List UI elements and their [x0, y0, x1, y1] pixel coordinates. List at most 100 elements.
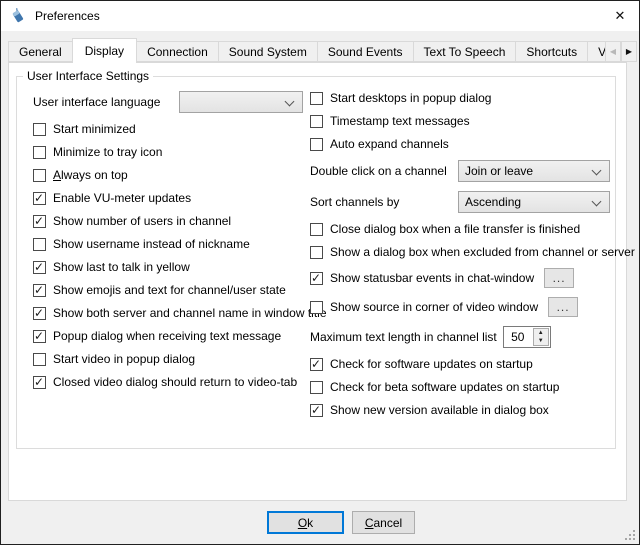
sort-channels-value: Ascending	[465, 195, 521, 209]
checkbox-box[interactable]	[310, 301, 323, 314]
checkbox-box[interactable]	[310, 404, 323, 417]
tab-bar: General Display Connection Sound System …	[8, 38, 632, 63]
spinner-down-icon[interactable]: ▼	[534, 337, 548, 345]
tab-label: Sound System	[229, 45, 307, 59]
ok-button[interactable]: Ok	[267, 511, 344, 534]
checkbox-box[interactable]	[310, 223, 323, 236]
tab-label: Shortcuts	[526, 45, 577, 59]
max-text-length-label: Maximum text length in channel list	[310, 330, 497, 344]
cancel-button[interactable]: Cancel	[352, 511, 415, 534]
tab-scroll-buttons: ◀ ▶	[605, 41, 637, 62]
checkbox-enable-vu-meter[interactable]: Enable VU-meter updates	[33, 191, 310, 205]
tab-general[interactable]: General	[8, 41, 73, 62]
checkbox-last-to-talk[interactable]: Show last to talk in yellow	[33, 260, 310, 274]
checkbox-box[interactable]	[33, 284, 46, 297]
video-source-more-button[interactable]: ...	[548, 297, 578, 317]
checkbox-label: Start video in popup dialog	[53, 352, 195, 366]
checkbox-label: Show username instead of nickname	[53, 237, 250, 251]
tab-label: Display	[85, 44, 124, 58]
title-bar[interactable]: Preferences ✕	[1, 1, 639, 31]
checkbox-box[interactable]	[310, 358, 323, 371]
checkbox-start-minimized[interactable]: Start minimized	[33, 122, 310, 136]
checkbox-server-channel-title[interactable]: Show both server and channel name in win…	[33, 306, 310, 320]
checkbox-label: Minimize to tray icon	[53, 145, 162, 159]
checkbox-label: Show number of users in channel	[53, 214, 231, 228]
tab-sound-system[interactable]: Sound System	[218, 41, 318, 62]
double-click-combobox[interactable]: Join or leave	[458, 160, 610, 182]
checkbox-box[interactable]	[310, 272, 323, 285]
tab-shortcuts[interactable]: Shortcuts	[515, 41, 588, 62]
checkbox-label: Check for software updates on startup	[330, 357, 533, 371]
app-icon	[10, 8, 26, 24]
statusbar-events-row: Show statusbar events in chat-window ...	[310, 268, 615, 288]
checkbox-box[interactable]	[33, 330, 46, 343]
window-title: Preferences	[35, 9, 100, 23]
group-title: User Interface Settings	[23, 69, 153, 83]
checkbox-label: Show a dialog box when excluded from cha…	[330, 245, 635, 259]
statusbar-events-more-button[interactable]: ...	[544, 268, 574, 288]
checkbox-label: Show last to talk in yellow	[53, 260, 190, 274]
checkbox-show-user-count[interactable]: Show number of users in channel	[33, 214, 310, 228]
checkbox-label: Auto expand channels	[330, 137, 449, 151]
tab-scroll-right-icon[interactable]: ▶	[621, 41, 637, 62]
spinner-up-icon[interactable]: ▲	[534, 329, 548, 337]
checkbox-box[interactable]	[33, 123, 46, 136]
spinner-buttons: ▲ ▼	[533, 328, 549, 346]
checkbox-box[interactable]	[33, 261, 46, 274]
checkbox-label: Show emojis and text for channel/user st…	[53, 283, 286, 297]
checkbox-box[interactable]	[33, 353, 46, 366]
tab-display[interactable]: Display	[72, 38, 137, 63]
checkbox-show-username[interactable]: Show username instead of nickname	[33, 237, 310, 251]
checkbox-box[interactable]	[310, 381, 323, 394]
checkbox-box[interactable]	[310, 115, 323, 128]
checkbox-box[interactable]	[33, 376, 46, 389]
checkbox-auto-expand[interactable]: Auto expand channels	[310, 137, 615, 151]
language-combobox[interactable]	[179, 91, 303, 113]
checkbox-video-popup[interactable]: Start video in popup dialog	[33, 352, 310, 366]
sort-channels-combobox[interactable]: Ascending	[458, 191, 610, 213]
checkbox-box[interactable]	[310, 138, 323, 151]
chevron-down-icon	[285, 97, 295, 107]
label-rest: ancel	[373, 516, 402, 530]
max-text-length-spinner[interactable]: 50 ▲ ▼	[503, 326, 551, 348]
language-label: User interface language	[33, 95, 160, 109]
checkbox-closed-video-return[interactable]: Closed video dialog should return to vid…	[33, 375, 310, 389]
close-icon[interactable]: ✕	[601, 1, 639, 31]
checkbox-timestamp-messages[interactable]: Timestamp text messages	[310, 114, 615, 128]
checkbox-box[interactable]	[33, 169, 46, 182]
ok-label: Ok	[298, 516, 313, 530]
checkbox-label: Show statusbar events in chat-window	[330, 271, 534, 285]
checkbox-label: Check for beta software updates on start…	[330, 380, 559, 394]
checkbox-minimize-to-tray[interactable]: Minimize to tray icon	[33, 145, 310, 159]
checkbox-label: Show source in corner of video window	[330, 300, 538, 314]
left-column: User interface language Start minimized …	[33, 91, 310, 389]
double-click-label: Double click on a channel	[310, 164, 447, 178]
label-rest: lways on top	[61, 168, 128, 182]
checkbox-box[interactable]	[310, 92, 323, 105]
checkbox-check-beta-updates[interactable]: Check for beta software updates on start…	[310, 380, 615, 394]
checkbox-box[interactable]	[33, 238, 46, 251]
tab-scroll-left-icon: ◀	[605, 41, 621, 62]
tab-connection[interactable]: Connection	[136, 41, 219, 62]
checkbox-box[interactable]	[33, 215, 46, 228]
checkbox-show-emojis[interactable]: Show emojis and text for channel/user st…	[33, 283, 310, 297]
checkbox-close-on-transfer[interactable]: Close dialog box when a file transfer is…	[310, 222, 615, 236]
checkbox-popup-text-message[interactable]: Popup dialog when receiving text message	[33, 329, 310, 343]
checkbox-new-version-dialog[interactable]: Show new version available in dialog box	[310, 403, 615, 417]
checkbox-box[interactable]	[33, 146, 46, 159]
checkbox-box[interactable]	[33, 192, 46, 205]
checkbox-box[interactable]	[33, 307, 46, 320]
checkbox-check-updates[interactable]: Check for software updates on startup	[310, 357, 615, 371]
display-tab-pane: User Interface Settings User interface l…	[8, 62, 627, 501]
checkbox-box[interactable]	[310, 246, 323, 259]
checkbox-label: Enable VU-meter updates	[53, 191, 191, 205]
double-click-value: Join or leave	[465, 164, 533, 178]
tab-text-to-speech[interactable]: Text To Speech	[413, 41, 517, 62]
tab-sound-events[interactable]: Sound Events	[317, 41, 414, 62]
resize-grip[interactable]	[625, 530, 635, 540]
checkbox-label: Timestamp text messages	[330, 114, 470, 128]
checkbox-always-on-top[interactable]: Always on top	[33, 168, 310, 182]
checkbox-label: Always on top	[53, 168, 128, 182]
checkbox-excluded-dialog[interactable]: Show a dialog box when excluded from cha…	[310, 245, 615, 259]
checkbox-desktops-popup[interactable]: Start desktops in popup dialog	[310, 91, 615, 105]
